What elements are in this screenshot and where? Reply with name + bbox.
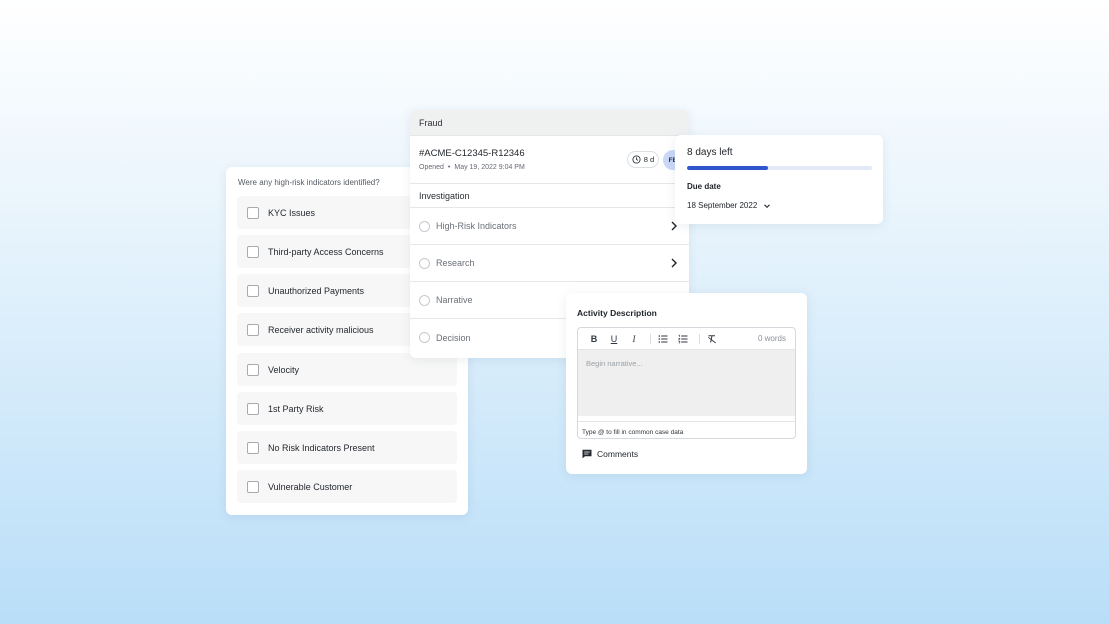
numbered-list-button[interactable] — [675, 331, 691, 347]
checklist-item[interactable]: 1st Party Risk — [237, 392, 457, 425]
checkbox[interactable] — [247, 402, 259, 415]
checklist-item[interactable]: Vulnerable Customer — [237, 470, 457, 503]
editor-toolbar: B U I 0 words — [578, 328, 795, 350]
checkbox[interactable] — [247, 245, 259, 258]
status-circle-icon — [419, 294, 430, 306]
due-date-card: 8 days left Due date 18 September 2022 — [675, 135, 883, 224]
step-label: Narrative — [436, 295, 473, 305]
activity-description-card: Activity Description B U I 0 words Type … — [566, 293, 807, 474]
numbered-list-icon — [678, 334, 688, 343]
checklist-item[interactable]: No Risk Indicators Present — [237, 431, 457, 464]
separator-dot: • — [447, 164, 451, 171]
clear-formatting-icon — [708, 334, 716, 343]
word-count: 0 words — [757, 334, 786, 343]
bullet-list-icon — [658, 334, 668, 343]
bullet-list-button[interactable] — [655, 331, 671, 347]
case-category-header: Fraud — [410, 110, 689, 136]
checklist-item-label: Third-party Access Concerns — [268, 246, 384, 257]
comment-icon — [582, 449, 592, 459]
clear-formatting-button[interactable] — [704, 331, 720, 347]
editor-hint: Type @ to fill in common case data — [578, 421, 795, 438]
status-circle-icon — [419, 332, 430, 343]
checklist-item-label: 1st Party Risk — [268, 403, 324, 414]
status-circle-icon — [419, 257, 430, 269]
checklist-item-label: KYC Issues — [268, 207, 316, 218]
time-progress-bar — [687, 166, 872, 170]
section-title: Investigation — [410, 184, 689, 208]
case-meta: #ACME-C12345-R12346 Opened • May 19, 2022 … — [410, 136, 689, 184]
comments-button[interactable]: Comments — [582, 449, 796, 459]
checkbox[interactable] — [247, 206, 259, 219]
step-label: Research — [436, 258, 475, 268]
chevron-right-icon — [671, 258, 677, 268]
toolbar-divider — [650, 333, 651, 344]
checkbox[interactable] — [247, 441, 259, 454]
checklist-item-label: No Risk Indicators Present — [268, 442, 375, 453]
bold-button[interactable]: B — [586, 331, 602, 347]
step-high-risk-indicators[interactable]: High-Risk Indicators — [410, 208, 689, 245]
days-left: 8 days left — [687, 147, 733, 158]
checkbox[interactable] — [247, 284, 259, 297]
timer-value: 8 d — [643, 155, 655, 164]
due-date-select[interactable]: 18 September 2022 — [687, 201, 871, 210]
opened-date: May 19, 2022 9:04 PM — [454, 164, 525, 171]
step-research[interactable]: Research — [410, 245, 689, 282]
italic-button[interactable]: I — [626, 331, 642, 347]
checkbox[interactable] — [247, 480, 259, 493]
narrative-textarea[interactable] — [578, 350, 795, 416]
activity-title: Activity Description — [577, 308, 657, 318]
checkbox[interactable] — [247, 323, 259, 336]
checklist-item-label: Unauthorized Payments — [268, 285, 365, 296]
checklist-item-label: Receiver activity malicious — [268, 324, 374, 335]
sla-timer-badge: 8 d — [627, 151, 659, 168]
underline-button[interactable]: U — [606, 331, 622, 347]
due-date-label: Due date — [687, 182, 721, 191]
due-date-value: 18 September 2022 — [687, 201, 758, 210]
checklist-item-label: Vulnerable Customer — [268, 481, 353, 492]
checkbox[interactable] — [247, 363, 259, 376]
toolbar-divider — [699, 333, 700, 344]
progress-fill — [687, 166, 769, 170]
status-circle-icon — [419, 220, 430, 232]
opened-label: Opened — [419, 164, 444, 171]
clock-icon — [632, 155, 641, 164]
checklist-item-label: Velocity — [268, 364, 300, 375]
rich-text-editor: B U I 0 words Type @ to fill in common c… — [577, 327, 796, 439]
chevron-down-icon — [764, 203, 771, 208]
comments-label: Comments — [597, 449, 639, 459]
step-label: Decision — [436, 332, 471, 343]
step-label: High-Risk Indicators — [436, 221, 517, 231]
